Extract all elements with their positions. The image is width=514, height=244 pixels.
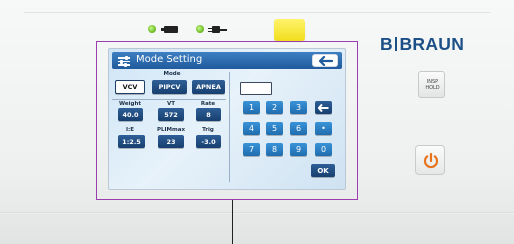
weight-value-button[interactable]: 40.0: [118, 108, 143, 121]
decimal-key[interactable]: •: [315, 122, 332, 135]
weight-label: Weight: [119, 101, 141, 107]
battery-led: [148, 25, 156, 33]
battery-icon: [161, 26, 178, 33]
ie-value-button[interactable]: 1:2.5: [118, 135, 145, 148]
key-8[interactable]: 8: [266, 143, 283, 156]
back-arrow-icon: [319, 56, 333, 66]
panel-divider: [229, 72, 230, 182]
casing-seam: [0, 212, 514, 214]
ie-label: I:E: [125, 127, 134, 133]
power-button[interactable]: [415, 145, 445, 175]
section-divider: [112, 99, 226, 100]
trig-label: Trig: [202, 127, 214, 133]
mode-apnea-button[interactable]: APNEA: [192, 80, 225, 94]
key-7[interactable]: 7: [243, 143, 260, 156]
plimmax-value-button[interactable]: 23: [158, 135, 184, 148]
ventilator-device: Mode Setting Mode VCV PIPCV APNEA Weight…: [0, 0, 514, 244]
mode-vcv-button[interactable]: VCV: [115, 80, 145, 94]
key-9[interactable]: 9: [290, 143, 307, 156]
page-title: Mode Setting: [136, 54, 203, 65]
brand-logo: B BRAUN: [380, 34, 465, 54]
casing-line: [24, 12, 490, 13]
backspace-key[interactable]: [315, 101, 332, 114]
key-2[interactable]: 2: [266, 101, 283, 114]
settings-icon: [118, 56, 130, 67]
pointer-line: [232, 200, 233, 244]
vt-value-button[interactable]: 572: [158, 108, 184, 121]
mains-led: [196, 25, 204, 33]
mode-label: Mode: [163, 71, 181, 77]
alarm-silence-key[interactable]: [274, 19, 305, 41]
ok-button[interactable]: OK: [311, 164, 335, 177]
key-6[interactable]: 6: [290, 122, 307, 135]
trig-value-button[interactable]: -3.0: [196, 135, 221, 148]
rate-label: Rate: [200, 101, 216, 107]
mode-pipcv-button[interactable]: PIPCV: [152, 80, 187, 94]
rate-value-button[interactable]: 8: [196, 108, 221, 121]
power-icon: [423, 152, 439, 169]
vt-label: VT: [166, 101, 175, 107]
key-5[interactable]: 5: [266, 122, 283, 135]
insp-hold-line2: HOLD: [425, 85, 440, 91]
key-4[interactable]: 4: [243, 122, 260, 135]
back-button[interactable]: [312, 54, 338, 67]
key-1[interactable]: 1: [243, 101, 260, 114]
insp-hold-key[interactable]: INSP HOLD: [418, 71, 445, 98]
backspace-arrow-icon: [318, 103, 329, 112]
key-3[interactable]: 3: [290, 101, 307, 114]
value-input-field[interactable]: [240, 82, 272, 95]
plimmax-label: PLIMmax: [156, 127, 186, 133]
key-0[interactable]: 0: [315, 143, 332, 156]
plug-icon: [208, 26, 228, 33]
